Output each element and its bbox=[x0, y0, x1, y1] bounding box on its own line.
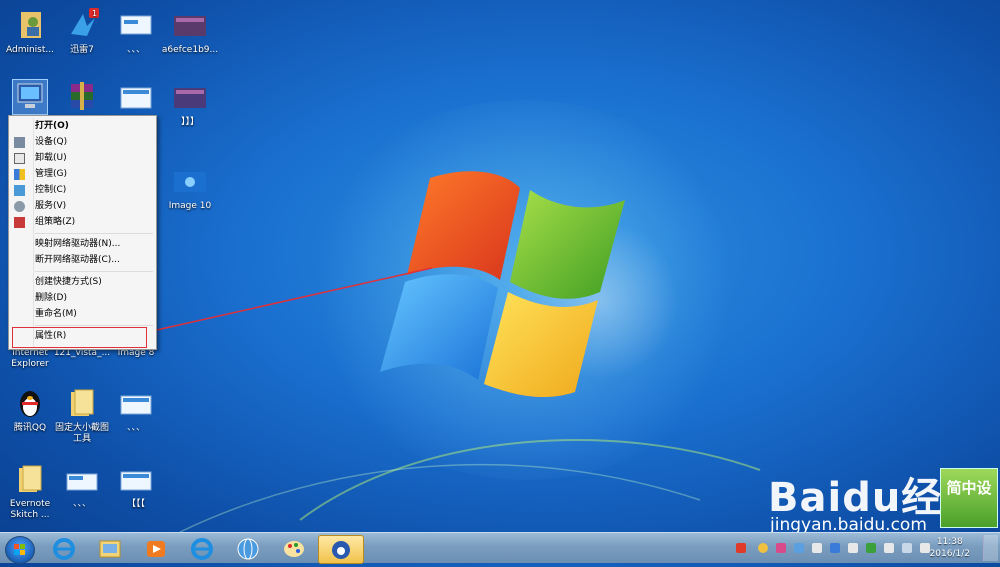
desktop-icon-dots-1[interactable]: 、、、 bbox=[106, 8, 166, 56]
annotation-highlight-box bbox=[12, 327, 147, 348]
menu-item-create-shortcut[interactable]: 创建快捷方式(S) bbox=[11, 275, 154, 290]
show-desktop-button[interactable] bbox=[983, 535, 998, 561]
clock-time: 11:38 bbox=[936, 537, 963, 547]
taskbar-explorer[interactable] bbox=[88, 535, 132, 562]
icon-label: Image 10 bbox=[168, 201, 212, 211]
desktop-icon-bracket-2[interactable]: 【【【 bbox=[106, 462, 166, 510]
device-icon bbox=[14, 137, 25, 148]
taskbar-globe[interactable] bbox=[226, 535, 270, 562]
icon-label: 、、、 bbox=[126, 423, 145, 433]
desktop-icon-qq[interactable]: 腾讯QQ bbox=[0, 386, 60, 434]
icon-label: Administ... bbox=[6, 45, 54, 55]
xunlei-bird-icon: 1 bbox=[65, 8, 99, 42]
desktop-icon-evernote[interactable]: Evernote Skitch ... bbox=[0, 462, 60, 521]
icon-label: 】】】 bbox=[180, 117, 199, 127]
folder-icon bbox=[13, 462, 47, 496]
icon-label: Internet Explorer bbox=[11, 348, 49, 369]
menu-separator bbox=[35, 271, 153, 272]
desktop-icon-administrator[interactable]: Administ... bbox=[0, 8, 60, 56]
desktop-icon-winrar[interactable] bbox=[52, 80, 112, 117]
control-panel-icon bbox=[14, 185, 25, 196]
tray-app-icon-6[interactable] bbox=[848, 543, 858, 553]
icon-label: 固定大小截图工具 bbox=[54, 423, 109, 444]
image-file-icon bbox=[119, 80, 153, 114]
windows-flag-icon bbox=[14, 544, 25, 555]
menu-item-device[interactable]: 设备(Q) bbox=[11, 135, 154, 150]
corner-logo: 简中设 bbox=[940, 468, 998, 528]
desktop-icon-dots-2[interactable]: 、、、 bbox=[106, 386, 166, 434]
desktop-icon-xunlei[interactable]: 1 迅雷7 bbox=[52, 8, 112, 56]
tray-app-icon-7[interactable] bbox=[866, 543, 876, 553]
photo-thumbnail-icon bbox=[173, 80, 207, 114]
tray-app-icon-4[interactable] bbox=[812, 543, 822, 553]
user-folder-icon bbox=[13, 8, 47, 42]
menu-item-manage[interactable]: 管理(G) bbox=[11, 167, 154, 182]
policy-icon bbox=[14, 217, 25, 228]
shield-icon bbox=[14, 169, 25, 180]
desktop-icon-bracket[interactable]: 】】】 bbox=[160, 80, 220, 128]
desktop-icon-ie[interactable]: Internet Explorer bbox=[0, 348, 60, 370]
icon-label: a6efce1b9... bbox=[161, 45, 219, 55]
win7-wallpaper-thumb-icon bbox=[173, 164, 207, 198]
menu-item-disconnect-drive[interactable]: 断开网络驱动器(C)... bbox=[11, 253, 154, 268]
winrar-archive-icon bbox=[65, 80, 99, 114]
watermark-url: jingyan.baidu.com bbox=[770, 515, 927, 532]
notification-badge: 1 bbox=[92, 9, 97, 18]
menu-item-delete[interactable]: 删除(D) bbox=[11, 291, 154, 306]
gear-icon bbox=[14, 201, 25, 212]
menu-item-open[interactable]: 打开(O) bbox=[11, 119, 154, 134]
menu-item-map-drive[interactable]: 映射网络驱动器(N)... bbox=[11, 237, 154, 252]
desktop-icon-image-thumb[interactable] bbox=[106, 80, 166, 117]
clock[interactable]: 11:38 2016/1/2 bbox=[930, 536, 970, 560]
taskbar-media-player[interactable] bbox=[134, 535, 178, 562]
menu-item-group-policy[interactable]: 组策略(Z) bbox=[11, 215, 154, 230]
image-file-icon bbox=[119, 8, 153, 42]
taskbar-ie-2[interactable] bbox=[180, 535, 224, 562]
icon-label: 、、、 bbox=[126, 45, 145, 55]
image-file-icon bbox=[65, 462, 99, 496]
tray-volume-icon[interactable] bbox=[920, 543, 930, 553]
image-file-icon bbox=[119, 386, 153, 420]
uninstall-icon bbox=[14, 153, 25, 164]
start-button[interactable] bbox=[5, 536, 35, 564]
menu-item-control[interactable]: 控制(C) bbox=[11, 183, 154, 198]
icon-label: 腾讯QQ bbox=[13, 423, 47, 433]
taskbar-paint[interactable] bbox=[272, 535, 316, 562]
tray-app-icon-1[interactable] bbox=[758, 543, 768, 553]
icon-label: 【【【 bbox=[126, 499, 145, 509]
desktop-icon-dots-3[interactable]: 、、、 bbox=[52, 462, 112, 510]
context-menu: 打开(O) 设备(Q) 卸载(U) 管理(G) 控制(C) 服务(V) 组策略(… bbox=[8, 115, 157, 350]
tray-app-icon-3[interactable] bbox=[794, 543, 804, 553]
icon-label: 、、、 bbox=[72, 499, 91, 509]
taskbar: 11:38 2016/1/2 bbox=[0, 532, 1000, 564]
tray-app-icon-8[interactable] bbox=[884, 543, 894, 553]
menu-separator bbox=[35, 325, 153, 326]
menu-separator bbox=[35, 233, 153, 234]
menu-item-service[interactable]: 服务(V) bbox=[11, 199, 154, 214]
desktop[interactable]: Administ... 1 迅雷7 、、、 a6efce1b9... 】】】 I… bbox=[0, 0, 1000, 532]
desktop-icon-a6efce[interactable]: a6efce1b9... bbox=[160, 8, 220, 56]
icon-label: 迅雷7 bbox=[70, 45, 94, 55]
computer-icon bbox=[12, 79, 48, 115]
desktop-icon-image10[interactable]: Image 10 bbox=[160, 164, 220, 212]
tray-network-icon[interactable] bbox=[902, 543, 912, 553]
tray-app-icon-5[interactable] bbox=[830, 543, 840, 553]
icon-label: Evernote Skitch ... bbox=[9, 499, 51, 520]
desktop-icon-tool[interactable]: 固定大小截图工具 bbox=[52, 386, 112, 445]
taskbar-ie[interactable] bbox=[42, 535, 86, 562]
folder-icon bbox=[65, 386, 99, 420]
photo-thumbnail-icon bbox=[173, 8, 207, 42]
menu-item-uninstall[interactable]: 卸载(U) bbox=[11, 151, 154, 166]
taskbar-baidu-app[interactable] bbox=[318, 535, 364, 564]
qq-penguin-icon bbox=[13, 386, 47, 420]
menu-item-rename[interactable]: 重命名(M) bbox=[11, 307, 154, 322]
clock-date: 2016/1/2 bbox=[929, 549, 970, 559]
tray-app-icon-2[interactable] bbox=[776, 543, 786, 553]
image-file-icon bbox=[119, 462, 153, 496]
desktop-icon-computer[interactable] bbox=[0, 79, 60, 117]
tray-sogou-icon[interactable] bbox=[736, 543, 746, 553]
